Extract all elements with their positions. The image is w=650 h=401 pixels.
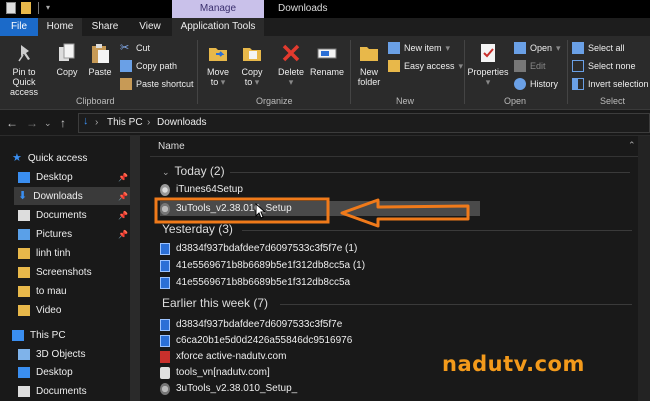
watermark: nadutv.com [442,352,585,376]
mouse-cursor-icon [255,203,267,219]
annotation-overlay [154,197,470,228]
pointer-arrow [340,198,470,228]
highlight-box [154,197,330,224]
